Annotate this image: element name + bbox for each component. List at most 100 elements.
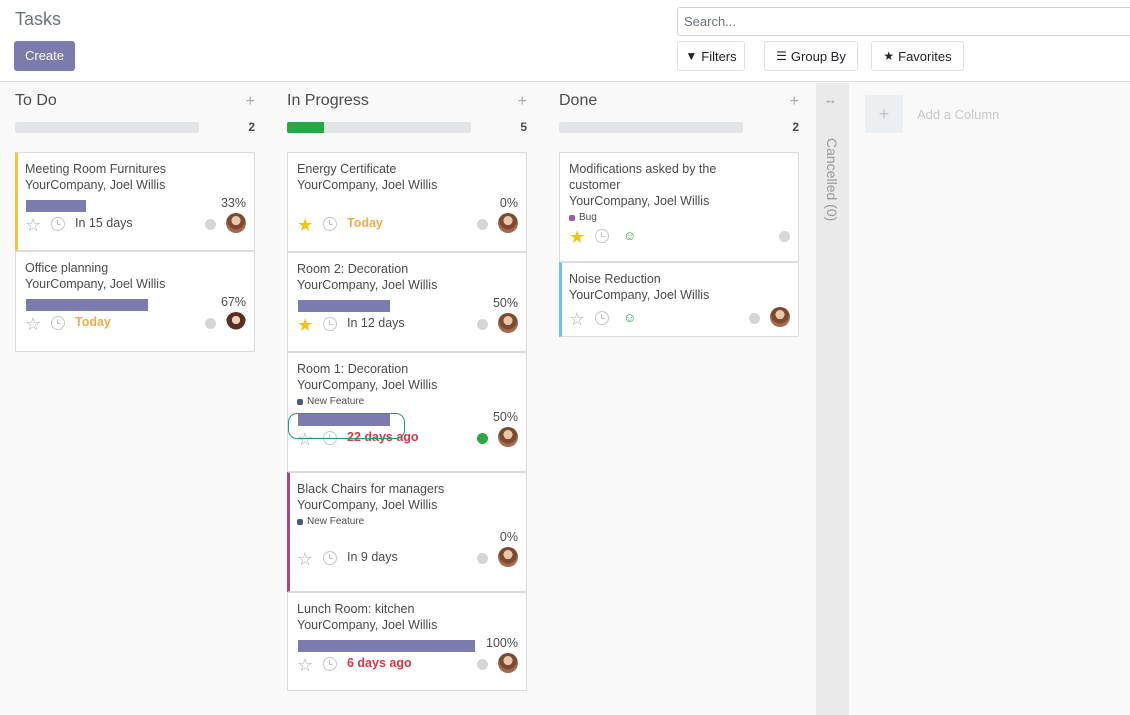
state-dot[interactable]	[779, 231, 790, 242]
avatar	[226, 312, 246, 332]
task-tag: New Feature	[297, 396, 518, 407]
task-name-line-1: Modifications asked by the	[569, 162, 717, 176]
state-dot[interactable]	[205, 219, 216, 230]
task-card[interactable]: Lunch Room: kitchen YourCompany, Joel Wi…	[287, 592, 527, 691]
expand-arrows-icon[interactable]: ↔	[824, 92, 837, 107]
task-card[interactable]: Room 2: Decoration YourCompany, Joel Wil…	[287, 252, 527, 352]
task-name: Lunch Room: kitchen	[297, 602, 415, 616]
state-dot[interactable]	[205, 318, 216, 329]
star-icon[interactable]: ☆	[25, 315, 41, 333]
task-progress: 50%	[297, 293, 518, 315]
task-progress-bar	[298, 300, 390, 312]
task-tag: New Feature	[297, 516, 518, 527]
task-deadline: In 15 days	[75, 216, 133, 230]
tag-color-dot	[297, 518, 303, 525]
task-card[interactable]: Room 1: Decoration YourCompany, Joel Wil…	[287, 352, 527, 472]
task-progress: 0%	[297, 193, 518, 215]
task-card[interactable]: Noise Reduction YourCompany, Joel Willis…	[559, 262, 799, 337]
task-company: YourCompany, Joel Willis	[297, 498, 438, 512]
task-company: YourCompany, Joel Willis	[297, 618, 438, 632]
column-title: To Do	[15, 92, 57, 109]
star-icon[interactable]: ☆	[297, 656, 313, 674]
state-dot[interactable]	[477, 219, 488, 230]
star-icon[interactable]: ☆	[25, 216, 41, 234]
task-company: YourCompany, Joel Willis	[297, 178, 438, 192]
add-column-button[interactable]: +	[865, 95, 903, 133]
quick-create-icon[interactable]: +	[790, 93, 799, 111]
clock-icon[interactable]	[323, 317, 337, 331]
task-footer: ★ In 12 days	[297, 313, 518, 341]
task-progress-label: 0%	[499, 196, 518, 210]
task-card[interactable]: Office planning YourCompany, Joel Willis…	[15, 251, 255, 352]
task-footer: ☆ ☺	[569, 307, 790, 335]
state-dot[interactable]	[477, 433, 488, 444]
task-card[interactable]: Meeting Room Furnitures YourCompany, Joe…	[15, 152, 255, 251]
star-icon[interactable]: ☆	[297, 550, 313, 568]
quick-create-icon[interactable]: +	[518, 93, 527, 111]
task-progress: 100%	[297, 633, 518, 655]
column-progress-bar	[559, 122, 743, 133]
group-by-button[interactable]: ☰ Group By	[764, 41, 858, 71]
task-progress-label: 50%	[492, 296, 518, 310]
smiley-icon: ☺	[623, 228, 637, 243]
search-box[interactable]	[677, 7, 1130, 36]
task-progress: 0%	[297, 527, 518, 549]
task-footer: ☆ In 15 days	[25, 213, 246, 241]
search-input[interactable]	[678, 8, 1130, 35]
state-dot[interactable]	[477, 659, 488, 670]
task-card[interactable]: Energy Certificate YourCompany, Joel Wil…	[287, 152, 527, 252]
create-button[interactable]: Create	[14, 41, 75, 71]
clock-icon[interactable]	[51, 217, 65, 231]
task-name: Meeting Room Furnitures	[25, 162, 167, 176]
task-deadline: 6 days ago	[347, 656, 412, 670]
add-column-label[interactable]: Add a Column	[917, 107, 999, 122]
task-progress: 33%	[25, 193, 246, 215]
task-footer: ☆ In 9 days	[297, 547, 518, 575]
state-dot[interactable]	[477, 319, 488, 330]
task-card[interactable]: Modifications asked by the customer Your…	[559, 152, 799, 262]
task-progress-label: 67%	[220, 295, 246, 309]
task-deadline: In 9 days	[347, 550, 398, 564]
clock-icon[interactable]	[323, 551, 337, 565]
task-footer: ★ Today	[297, 213, 518, 241]
column-progress-fill	[287, 122, 324, 133]
task-deadline: Today	[347, 216, 383, 230]
task-progress-bar	[26, 299, 148, 311]
star-icon[interactable]: ★	[297, 216, 313, 234]
column-progress-bar	[287, 122, 471, 133]
avatar	[226, 213, 246, 233]
filters-label: Filters	[701, 48, 737, 64]
task-progress: 67%	[25, 292, 246, 314]
tag-label: New Feature	[307, 396, 365, 407]
smiley-icon: ☺	[623, 310, 637, 325]
task-name-line-2: customer	[569, 178, 621, 192]
folded-column-cancelled[interactable]: ↔ Cancelled (0)	[816, 83, 849, 715]
task-name: Office planning	[25, 261, 109, 275]
column-title: Done	[559, 92, 598, 109]
task-card[interactable]: Black Chairs for managers YourCompany, J…	[287, 472, 527, 592]
favorites-button[interactable]: ★ Favorites	[871, 41, 964, 71]
avatar	[498, 653, 518, 673]
list-icon: ☰	[776, 49, 787, 63]
task-progress-bar	[298, 640, 475, 652]
star-icon[interactable]: ★	[569, 228, 585, 246]
task-deadline: In 12 days	[347, 316, 405, 330]
clock-icon[interactable]	[595, 311, 609, 325]
tag-color-dot	[569, 214, 575, 221]
state-dot[interactable]	[749, 313, 760, 324]
state-dot[interactable]	[477, 553, 488, 564]
highlight-outline	[288, 413, 405, 439]
avatar	[498, 427, 518, 447]
task-company: YourCompany, Joel Willis	[25, 277, 166, 291]
clock-icon[interactable]	[51, 316, 65, 330]
clock-icon[interactable]	[595, 229, 609, 243]
filters-button[interactable]: ▼ Filters	[677, 41, 745, 71]
quick-create-icon[interactable]: +	[246, 93, 255, 111]
star-icon[interactable]: ★	[297, 316, 313, 334]
clock-icon[interactable]	[323, 657, 337, 671]
star-icon[interactable]: ☆	[569, 310, 585, 328]
clock-icon[interactable]	[323, 217, 337, 231]
control-panel: Tasks Create ▼ Filters ☰ Group By ★ Favo…	[0, 0, 1130, 82]
tag-color-dot	[297, 398, 303, 405]
column-count: 5	[520, 120, 527, 134]
